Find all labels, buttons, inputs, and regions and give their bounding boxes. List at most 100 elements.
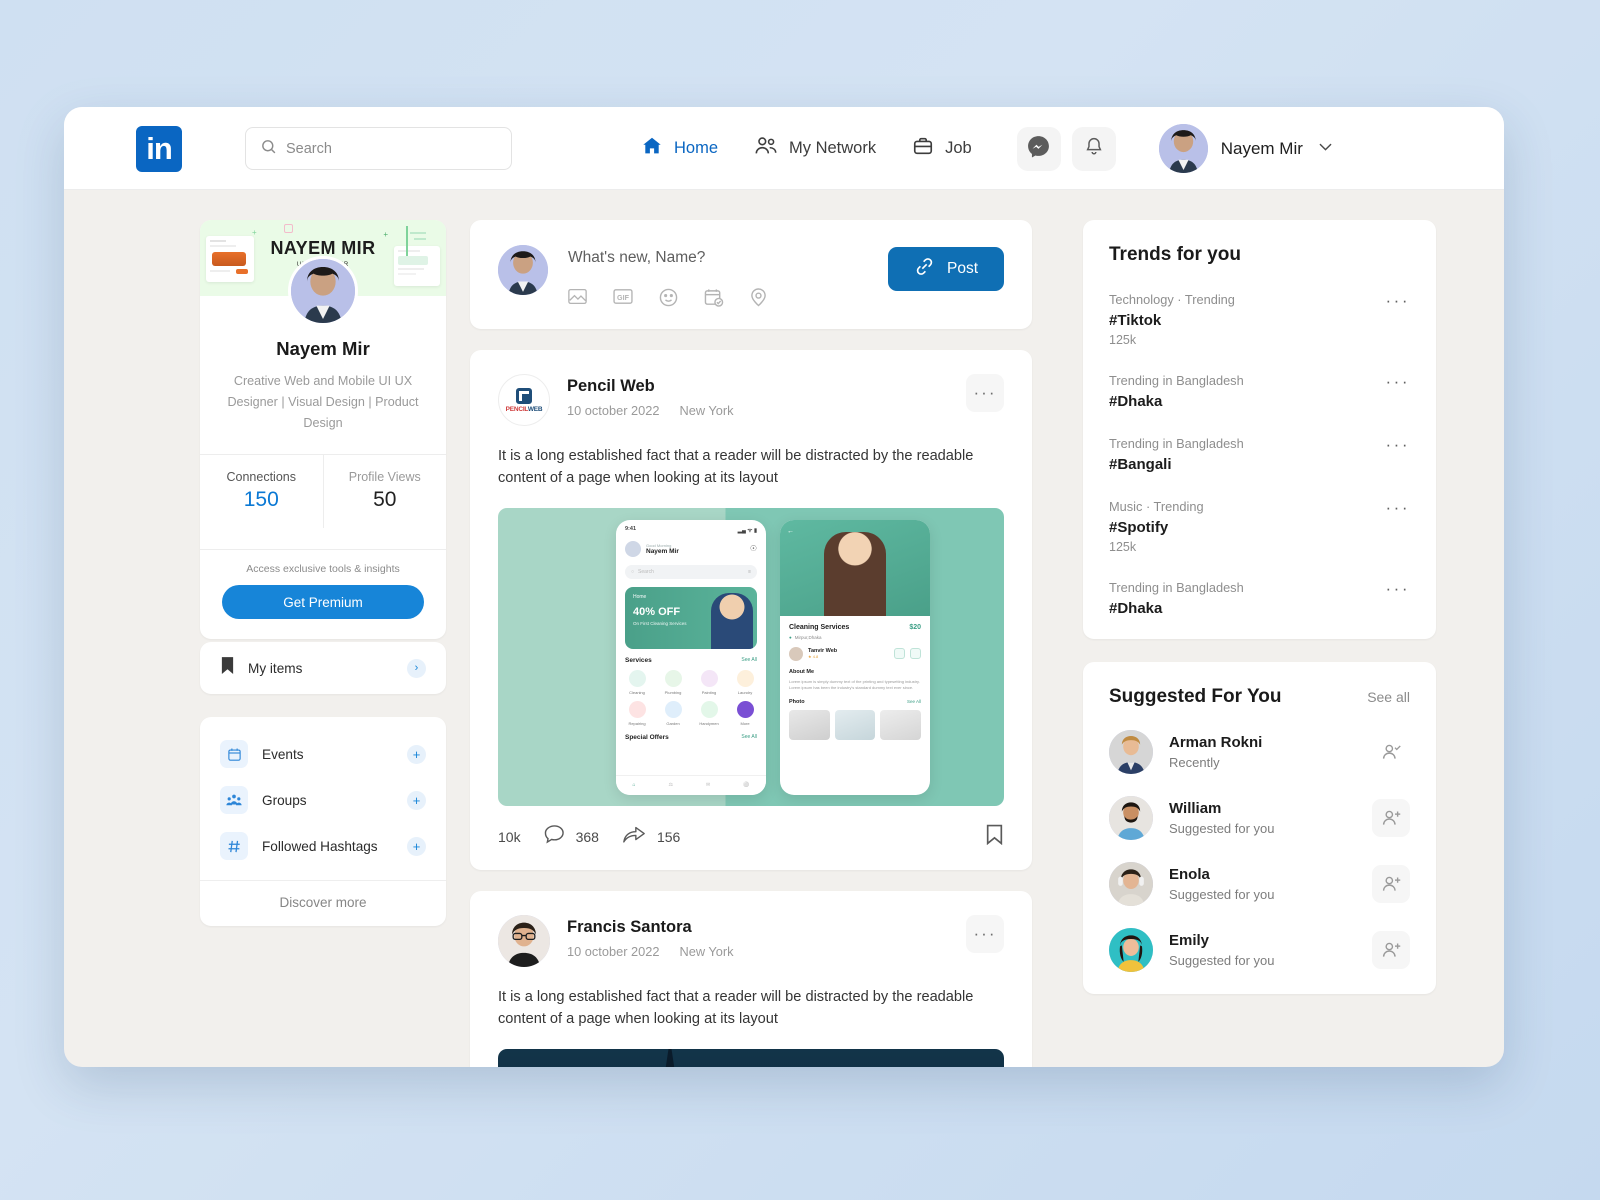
left-sidebar: + + NAYEM MIR UX DESIGNER: [200, 220, 446, 1067]
nav-item-job[interactable]: Job: [894, 135, 990, 162]
stat-value: 50: [373, 488, 397, 512]
post-author-avatar[interactable]: [498, 914, 550, 967]
stat-label: Profile Views: [348, 470, 421, 485]
location-icon[interactable]: [750, 288, 767, 307]
mockup-time: 9:41: [625, 525, 637, 532]
mockup-service: Plumbing: [664, 689, 682, 695]
stat-label: Connections: [226, 470, 297, 485]
search-icon: [260, 138, 277, 160]
post-bookmark-icon[interactable]: [985, 824, 1004, 850]
mockup-tab-chat-icon: ✉: [706, 782, 711, 789]
suggested-item[interactable]: Enola Suggested for you: [1109, 862, 1410, 906]
trend-more-options-icon[interactable]: ···: [1386, 499, 1410, 516]
profile-menu[interactable]: Nayem Mir: [1158, 124, 1335, 173]
see-all-link[interactable]: See all: [1367, 689, 1410, 705]
sidebar-item-label: Groups: [262, 792, 307, 808]
suggested-item[interactable]: Arman Rokni Recently: [1109, 730, 1410, 774]
post-like-count[interactable]: 10k: [498, 829, 521, 845]
image-icon[interactable]: [568, 288, 587, 307]
emoji-icon[interactable]: [659, 288, 678, 307]
user-plus-icon[interactable]: [1372, 799, 1410, 837]
page-body: + + NAYEM MIR UX DESIGNER: [64, 190, 1504, 1067]
post-comment-button[interactable]: 368: [544, 824, 599, 849]
gif-icon[interactable]: GIF: [613, 288, 633, 307]
suggested-name: Arman Rokni: [1169, 734, 1263, 751]
trend-item[interactable]: Trending in Bangladesh #Bangali ···: [1109, 436, 1410, 473]
mockup-tabbar: ⌂ ⚖ ✉ ⚪: [616, 774, 766, 795]
mockup-search-placeholder: Search: [638, 568, 654, 575]
suggested-item[interactable]: Emily Suggested for you: [1109, 928, 1410, 972]
post-button[interactable]: Post: [887, 247, 1004, 291]
my-items-row[interactable]: My items ›: [200, 642, 446, 695]
post-share-button[interactable]: 156: [622, 824, 680, 850]
composer-input[interactable]: What's new, Name?: [568, 249, 868, 267]
stat-profile-views[interactable]: Profile Views 50: [322, 455, 447, 529]
home-icon: [641, 135, 663, 162]
mockup-promo: Home 40% OFF On First Cleaning Services: [625, 586, 757, 649]
trend-more-options-icon[interactable]: ···: [1386, 373, 1410, 390]
user-check-icon[interactable]: [1372, 733, 1410, 771]
trend-more-options-icon[interactable]: ···: [1386, 580, 1410, 597]
trend-item[interactable]: Technology · Trending #Tiktok 125k ···: [1109, 292, 1410, 347]
post-author[interactable]: Pencil Web: [567, 377, 949, 396]
profile-stats: Connections 150 Profile Views 50: [200, 455, 447, 529]
trend-category: Technology · Trending: [1109, 292, 1235, 307]
add-icon[interactable]: +: [407, 790, 426, 810]
sidebar-item-groups[interactable]: Groups +: [200, 777, 446, 823]
sidebar-item-followed-hashtags[interactable]: Followed Hashtags +: [200, 823, 446, 869]
chevron-down-icon[interactable]: [1316, 137, 1335, 161]
discover-more-link[interactable]: Discover more: [200, 880, 446, 926]
post-more-options-icon[interactable]: ···: [966, 914, 1004, 953]
post-location: New York: [679, 403, 734, 418]
trend-category: Trending in Bangladesh: [1109, 436, 1244, 451]
comment-icon: [544, 824, 565, 849]
trend-more-options-icon[interactable]: ···: [1386, 436, 1410, 453]
stat-connections[interactable]: Connections 150: [200, 455, 323, 528]
search-bar[interactable]: [245, 127, 512, 170]
mockup-service: More: [740, 720, 750, 726]
mockup-see-all-2: See All: [741, 734, 757, 741]
post-brand-avatar[interactable]: PENCILWEB: [498, 374, 550, 426]
add-icon[interactable]: +: [407, 836, 426, 856]
trend-item[interactable]: Trending in Bangladesh #Dhaka ···: [1109, 373, 1410, 410]
suggested-sub: Suggested for you: [1169, 821, 1275, 836]
post-more-options-icon[interactable]: ···: [966, 374, 1004, 412]
sidebar-item-events[interactable]: Events +: [200, 731, 446, 777]
mockup-message-icon: [894, 648, 905, 660]
nav-label-home: Home: [674, 139, 719, 157]
mockup-about-text: Lorem ipsum is simply dummy text of the …: [789, 678, 920, 691]
chevron-right-icon[interactable]: ›: [407, 658, 426, 678]
post-text: It is a long established fact that a rea…: [498, 448, 974, 486]
nav-item-home[interactable]: Home: [623, 135, 736, 162]
messenger-button[interactable]: [1016, 126, 1061, 171]
brand-text-a: PENCIL: [505, 405, 528, 413]
user-plus-icon[interactable]: [1372, 865, 1410, 903]
schedule-icon[interactable]: [704, 288, 724, 307]
composer-avatar[interactable]: [498, 245, 548, 295]
trend-more-options-icon[interactable]: ···: [1386, 292, 1410, 309]
trend-item[interactable]: Trending in Bangladesh #Dhaka ···: [1109, 580, 1410, 617]
nav-item-my-network[interactable]: My Network: [736, 135, 894, 162]
mockup-detail-price: $20: [909, 623, 921, 631]
post-text: It is a long established fact that a rea…: [498, 988, 974, 1027]
post-header: Francis Santora 10 october 2022 New York…: [498, 914, 1004, 967]
mockup-provider-avatar: [789, 646, 803, 661]
trend-category: Music · Trending: [1109, 499, 1204, 514]
search-input[interactable]: [286, 140, 497, 157]
profile-avatar[interactable]: [288, 256, 358, 326]
suggested-item[interactable]: William Suggested for you: [1109, 796, 1410, 840]
post-image[interactable]: [498, 1048, 1004, 1067]
linkedin-logo[interactable]: in: [136, 125, 182, 172]
mockup-photo: [789, 709, 830, 740]
add-icon[interactable]: +: [407, 744, 426, 764]
post-image[interactable]: 9:41 ▂▄ ᯤ ▮ Good Morning Nayem Mir ☉ ○ S…: [498, 507, 1004, 806]
post-author[interactable]: Francis Santora: [567, 918, 949, 937]
suggested-sub: Suggested for you: [1169, 953, 1275, 968]
get-premium-button[interactable]: Get Premium: [222, 585, 424, 620]
mockup-see-all: See All: [741, 657, 757, 664]
trend-item[interactable]: Music · Trending #Spotify 125k ···: [1109, 499, 1410, 554]
notifications-button[interactable]: [1071, 126, 1116, 171]
trend-count: 125k: [1109, 540, 1137, 554]
user-plus-icon[interactable]: [1372, 931, 1410, 969]
profile-name: Nayem Mir: [1220, 138, 1303, 158]
